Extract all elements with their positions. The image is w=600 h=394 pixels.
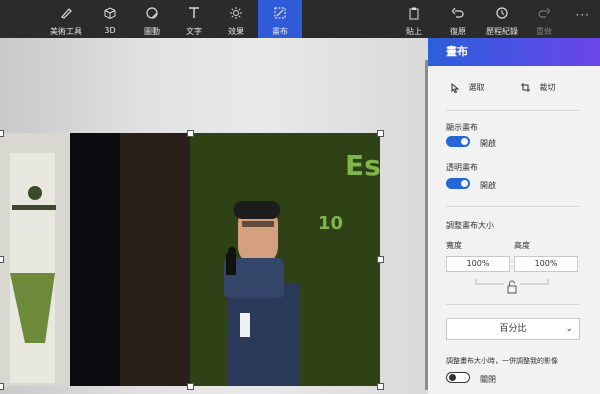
tool-label: 重做 (536, 27, 552, 36)
undo-button[interactable]: 復原 (436, 0, 480, 38)
tool-label: 歷程紀錄 (486, 27, 518, 36)
tool-text[interactable]: 文字 (172, 0, 216, 38)
crop-label: 裁切 (539, 83, 556, 92)
canvas-icon (274, 7, 286, 19)
undo-icon (451, 7, 464, 18)
crop-button[interactable]: 裁切 (520, 82, 556, 93)
width-label: 寬度 (446, 241, 462, 250)
show-canvas-toggle[interactable] (446, 136, 470, 147)
resize-handle[interactable] (0, 383, 4, 390)
show-canvas-value: 開啟 (480, 139, 496, 148)
history-button[interactable]: 歷程紀錄 (480, 0, 524, 38)
divider (446, 206, 580, 207)
canvas-image[interactable]: Es 10 (0, 133, 380, 386)
resize-image-toggle[interactable] (446, 372, 470, 383)
resize-handle[interactable] (377, 130, 384, 137)
resize-handle[interactable] (377, 256, 384, 263)
tool-label: 文字 (186, 27, 202, 36)
tool-3d[interactable]: 3D (88, 0, 132, 38)
effects-icon (230, 7, 242, 19)
height-input[interactable]: 100% (514, 256, 578, 272)
chevron-down-icon: ⌄ (565, 324, 573, 334)
transparent-canvas-value: 開啟 (480, 181, 496, 190)
redo-icon (538, 7, 551, 18)
tool-label: 貼上 (406, 27, 422, 36)
resize-image-label: 調整畫布大小時，一併調整我的影像 (446, 357, 558, 365)
lock-aspect-ratio-icon[interactable] (474, 278, 550, 296)
tool-label: 美術工具 (50, 27, 82, 36)
tool-label: 效果 (228, 27, 244, 36)
canvas-area[interactable]: Es 10 (0, 38, 428, 394)
resize-image-value: 關閉 (480, 375, 496, 384)
tool-label: 圖動 (144, 27, 160, 36)
transparent-canvas-label: 透明畫布 (446, 163, 478, 172)
crop-icon (521, 83, 530, 92)
show-canvas-label: 顯示畫布 (446, 123, 478, 132)
panel-title: 畫布 (428, 38, 600, 66)
sticker-icon (146, 7, 158, 19)
width-input[interactable]: 100% (446, 256, 510, 272)
select-button[interactable]: 選取 (450, 82, 485, 93)
tool-stickers[interactable]: 圖動 (130, 0, 174, 38)
top-toolbar: 美術工具 3D 圖動 文字 效果 畫布 貼上 復原 歷程紀錄 重做 ··· (0, 0, 600, 38)
tool-label: 畫布 (272, 27, 288, 36)
height-label: 高度 (514, 241, 530, 250)
tool-label: 3D (104, 26, 116, 35)
cube-icon (104, 7, 116, 20)
svg-text:10: 10 (318, 213, 343, 234)
paste-button[interactable]: 貼上 (392, 0, 436, 38)
divider (446, 110, 580, 111)
svg-text:Es: Es (345, 149, 380, 182)
tool-canvas[interactable]: 畫布 (258, 0, 302, 38)
text-icon (189, 7, 199, 18)
divider (446, 304, 580, 305)
brush-icon (61, 8, 72, 19)
unit-select[interactable]: 百分比 ⌄ (446, 318, 580, 340)
select-label: 選取 (468, 83, 485, 92)
history-icon (496, 7, 508, 19)
resize-handle[interactable] (377, 383, 384, 390)
paste-icon (409, 7, 419, 20)
resize-handle[interactable] (0, 256, 4, 263)
resize-handle[interactable] (187, 383, 194, 390)
unit-select-value: 百分比 (499, 324, 527, 334)
redo-button[interactable]: 重做 (522, 0, 566, 38)
resize-handle[interactable] (187, 130, 194, 137)
tool-effects[interactable]: 效果 (214, 0, 258, 38)
transparent-canvas-toggle[interactable] (446, 178, 470, 189)
resize-canvas-title: 調整畫布大小 (446, 221, 494, 230)
tool-art-tools[interactable]: 美術工具 (44, 0, 88, 38)
photo-illustration: Es 10 (0, 133, 380, 386)
more-options-button[interactable]: ··· (576, 8, 590, 22)
cursor-icon (451, 82, 460, 93)
resize-handle[interactable] (0, 130, 4, 137)
canvas-panel: 畫布 選取 裁切 顯示畫布 開啟 透明畫布 開啟 調整畫布大小 寬度 高度 10… (428, 38, 600, 394)
tool-label: 復原 (450, 27, 466, 36)
